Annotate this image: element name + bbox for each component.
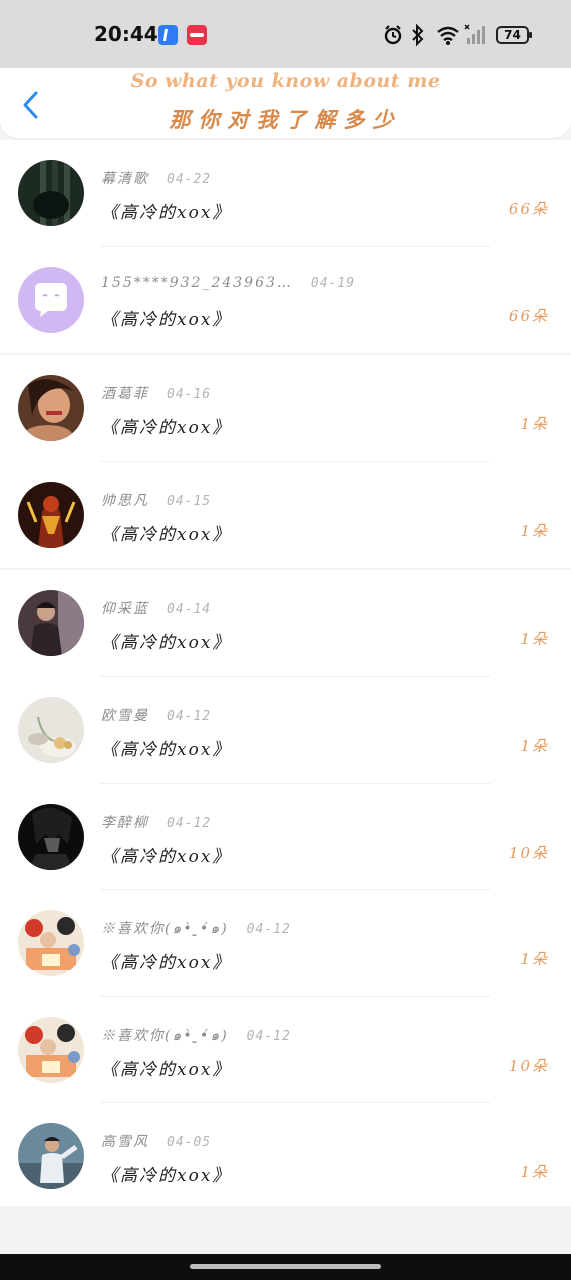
flower-count: 1朵 <box>520 950 549 969</box>
user-name: 欧雪曼 <box>101 707 149 724</box>
signal-icon <box>464 24 485 44</box>
avatar[interactable] <box>18 910 84 977</box>
gift-date: 04-12 <box>246 1028 291 1044</box>
user-name: 幕清歌 <box>101 171 149 187</box>
list-item[interactable]: 帅思凡 04-15 《高冷的xox》 1朵 <box>0 461 571 569</box>
flower-count: 66朵 <box>508 306 549 325</box>
user-name: 仰采蓝 <box>101 601 149 618</box>
flower-count: 66朵 <box>508 200 549 218</box>
flower-count: 1朵 <box>520 736 549 755</box>
user-name: 帅思凡 <box>101 492 149 509</box>
avatar[interactable] <box>18 266 84 333</box>
song-title: 《高冷的xox》 <box>101 524 232 545</box>
gift-date: 04-15 <box>167 493 212 509</box>
flower-count: 10朵 <box>508 1056 549 1075</box>
user-name: 李醉柳 <box>101 814 149 831</box>
song-title: 《高冷的xox》 <box>101 309 232 330</box>
gift-list: 幕清歌 04-22 《高冷的xox》 66朵 155****932_243963…… <box>0 140 571 1210</box>
list-item[interactable]: ※喜欢你(๑•̀ ̫•́๑) 04-12 《高冷的xox》 1朵 <box>0 890 571 997</box>
alarm-icon <box>384 25 402 45</box>
song-title: 《高冷的xox》 <box>101 739 232 760</box>
avatar[interactable] <box>18 696 84 763</box>
song-title: 《高冷的xox》 <box>101 633 232 654</box>
bluetooth-icon <box>412 23 424 47</box>
status-bar: 20:44 74 <box>0 0 571 68</box>
list-item[interactable]: 酒葛菲 04-16 《高冷的xox》 1朵 <box>0 355 571 462</box>
page-title-en: So what you know about me <box>130 70 441 92</box>
user-name: ※喜欢你(๑•̀ ̫•́๑) <box>101 1027 229 1044</box>
avatar[interactable] <box>18 1123 84 1190</box>
gift-date: 04-16 <box>167 387 212 403</box>
gift-date: 04-19 <box>310 275 356 291</box>
home-indicator[interactable] <box>190 1264 381 1269</box>
system-nav-bar <box>0 1254 571 1280</box>
user-name: ※喜欢你(๑•̀ ̫•́๑) <box>101 921 229 938</box>
app-notification-icon <box>158 25 178 45</box>
page-header: So what you know about me 那你对我了解多少 <box>0 68 571 138</box>
list-item[interactable]: 155****932_243963… 04-19 《高冷的xox》 66朵 <box>0 246 571 354</box>
avatar[interactable] <box>18 590 84 657</box>
avatar[interactable] <box>18 803 84 870</box>
list-item[interactable]: 欧雪曼 04-12 《高冷的xox》 1朵 <box>0 676 571 784</box>
battery-icon: 74 <box>496 26 532 44</box>
song-title: 《高冷的xox》 <box>101 1059 232 1080</box>
gift-date: 04-12 <box>167 708 212 724</box>
flower-count: 1朵 <box>520 521 549 540</box>
wifi-icon <box>437 26 459 45</box>
app-notification-icon-2 <box>187 25 207 45</box>
page-title-cn: 那你对我了解多少 <box>169 107 402 132</box>
list-item[interactable]: 幕清歌 04-22 《高冷的xox》 66朵 <box>0 140 571 247</box>
avatar[interactable] <box>18 1016 84 1083</box>
gift-date: 04-05 <box>167 1135 212 1151</box>
user-name: 高雪风 <box>101 1134 149 1151</box>
avatar[interactable] <box>18 481 84 548</box>
list-item[interactable]: 仰采蓝 04-14 《高冷的xox》 1朵 <box>0 570 571 677</box>
gift-date: 04-12 <box>167 815 212 831</box>
list-item[interactable]: ※喜欢你(๑•̀ ̫•́๑) 04-12 《高冷的xox》 10朵 <box>0 996 571 1104</box>
song-title: 《高冷的xox》 <box>101 1166 232 1187</box>
flower-count: 10朵 <box>508 843 549 862</box>
gift-date: 04-12 <box>246 922 291 938</box>
list-item[interactable]: 高雪风 04-05 《高冷的xox》 1朵 <box>0 1103 571 1210</box>
song-title: 《高冷的xox》 <box>101 203 232 223</box>
song-title: 《高冷的xox》 <box>101 953 232 974</box>
bottom-spacer <box>0 1206 571 1254</box>
user-name: 155****932_243963… <box>101 274 293 291</box>
flower-count: 1朵 <box>520 630 549 649</box>
song-title: 《高冷的xox》 <box>101 846 232 867</box>
avatar[interactable] <box>18 160 84 226</box>
flower-count: 1朵 <box>520 1163 549 1182</box>
gift-date: 04-14 <box>167 602 212 618</box>
avatar[interactable] <box>18 375 84 442</box>
gift-date: 04-22 <box>167 172 212 187</box>
user-name: 酒葛菲 <box>101 386 149 403</box>
flower-count: 1朵 <box>520 415 549 434</box>
list-item[interactable]: 李醉柳 04-12 《高冷的xox》 10朵 <box>0 783 571 891</box>
song-title: 《高冷的xox》 <box>101 418 232 439</box>
status-time: 20:44 <box>94 22 158 46</box>
